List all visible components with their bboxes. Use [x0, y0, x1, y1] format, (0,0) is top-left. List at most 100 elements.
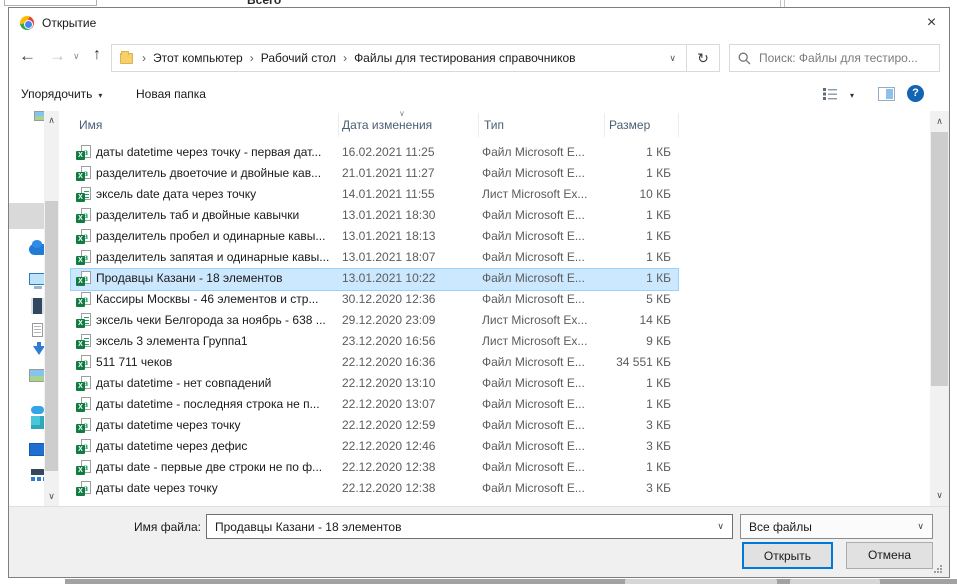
- breadcrumb[interactable]: › Этот компьютер › Рабочий стол › Файлы …: [111, 44, 687, 72]
- file-size: 3 КБ: [587, 439, 671, 453]
- file-row[interactable]: X даты date через точку 22.12.2020 12:38…: [67, 478, 929, 499]
- file-row[interactable]: X даты date - первые две строки не по ф.…: [67, 457, 929, 478]
- filename-input[interactable]: Продавцы Казани - 18 элементов ∨: [206, 514, 733, 539]
- file-type: Файл Microsoft E...: [482, 292, 585, 306]
- column-header-row: ∨ Имя Дата изменения Тип Размер: [67, 111, 941, 138]
- file-type: Файл Microsoft E...: [482, 355, 585, 369]
- window-title: Открытие: [42, 16, 96, 30]
- file-name: даты datetime - последняя строка не п...: [96, 397, 339, 411]
- view-details-icon[interactable]: [823, 87, 838, 103]
- documents-icon[interactable]: [32, 323, 43, 337]
- file-type: Файл Microsoft E...: [482, 250, 585, 264]
- background-bottom-button: [625, 579, 777, 584]
- breadcrumb-item-folder[interactable]: Файлы для тестирования справочников: [354, 51, 575, 65]
- file-type: Файл Microsoft E...: [482, 439, 585, 453]
- file-row[interactable]: X эксель чеки Белгорода за ноябрь - 638 …: [67, 310, 929, 331]
- breadcrumb-separator-icon: ›: [336, 51, 354, 65]
- file-row[interactable]: X разделитель запятая и одинарные кавы..…: [67, 247, 929, 268]
- file-row[interactable]: X разделитель двоеточие и двойные кав...…: [67, 163, 929, 184]
- address-dropdown-icon[interactable]: ∨: [665, 53, 680, 64]
- breadcrumb-separator-icon: ›: [135, 51, 153, 65]
- column-divider[interactable]: [338, 113, 339, 137]
- scroll-down-icon[interactable]: ∨: [930, 490, 949, 501]
- file-row[interactable]: X разделитель таб и двойные кавычки 13.0…: [67, 205, 929, 226]
- refresh-button[interactable]: ↻: [686, 44, 720, 72]
- excel-file-icon: X: [76, 187, 91, 202]
- file-row[interactable]: X даты datetime через точку - первая дат…: [67, 142, 929, 163]
- excel-file-icon: X: [76, 334, 91, 349]
- file-name: разделитель таб и двойные кавычки: [96, 208, 339, 222]
- resize-grip[interactable]: [934, 567, 942, 575]
- view-dropdown-icon[interactable]: ▾: [850, 91, 854, 100]
- filetype-value: Все файлы: [749, 520, 917, 534]
- help-button[interactable]: ?: [907, 85, 924, 102]
- network-icon[interactable]: [31, 469, 44, 475]
- open-button[interactable]: Открыть: [742, 542, 833, 569]
- titlebar[interactable]: Открытие ×: [9, 8, 949, 38]
- column-divider[interactable]: [604, 113, 605, 137]
- excel-file-icon: X: [76, 145, 91, 160]
- excel-file-icon: X: [76, 250, 91, 265]
- scroll-down-icon[interactable]: ∨: [44, 491, 59, 502]
- file-row[interactable]: X разделитель пробел и одинарные кавы...…: [67, 226, 929, 247]
- close-button[interactable]: ×: [914, 8, 949, 37]
- file-row[interactable]: X даты datetime - последняя строка не п.…: [67, 394, 929, 415]
- column-header-size[interactable]: Размер: [609, 118, 650, 132]
- file-date: 14.01.2021 11:55: [342, 187, 435, 201]
- sidebar-scrollbar[interactable]: ∧ ∨: [44, 111, 59, 506]
- search-icon: [738, 52, 751, 65]
- file-row[interactable]: X даты datetime - нет совпадений 22.12.2…: [67, 373, 929, 394]
- file-type: Файл Microsoft E...: [482, 166, 585, 180]
- column-divider[interactable]: [678, 113, 679, 137]
- desktop-icon[interactable]: [29, 443, 45, 456]
- file-name: даты datetime - нет совпадений: [96, 376, 339, 390]
- combo-dropdown-icon[interactable]: ∨: [917, 521, 924, 532]
- column-header-date[interactable]: Дата изменения: [342, 118, 432, 132]
- cloud-icon[interactable]: [31, 406, 44, 414]
- file-size: 5 КБ: [587, 292, 671, 306]
- file-date: 13.01.2021 18:30: [342, 208, 435, 222]
- file-row[interactable]: X Кассиры Москвы - 46 элементов и стр...…: [67, 289, 929, 310]
- breadcrumb-item-desktop[interactable]: Рабочий стол: [261, 51, 336, 65]
- new-folder-button[interactable]: Новая папка: [136, 87, 206, 101]
- file-list-scrollbar[interactable]: ∧ ∨: [930, 111, 949, 506]
- background-search-label: Поиск: [14, 0, 47, 2]
- scrollbar-thumb[interactable]: [45, 201, 58, 471]
- search-input[interactable]: Поиск: Файлы для тестиро...: [729, 44, 940, 72]
- organize-button[interactable]: Упорядочить▾: [21, 87, 102, 101]
- excel-file-icon: X: [76, 208, 91, 223]
- file-name: даты date - первые две строки не по ф...: [96, 460, 339, 474]
- column-header-name[interactable]: Имя: [79, 118, 102, 132]
- up-button[interactable]: ↑: [93, 46, 101, 64]
- cancel-button[interactable]: Отмена: [846, 542, 933, 569]
- file-date: 22.12.2020 16:36: [342, 355, 435, 369]
- file-list: X даты datetime через точку - первая дат…: [67, 138, 929, 506]
- file-row[interactable]: X эксель date дата через точку 14.01.202…: [67, 184, 929, 205]
- file-size: 1 КБ: [587, 166, 671, 180]
- scroll-up-icon[interactable]: ∧: [44, 115, 59, 126]
- forward-button[interactable]: →: [49, 46, 66, 66]
- open-file-dialog: Открытие × ← → ∨ ↑ › Этот компьютер › Ра…: [8, 7, 950, 578]
- combo-dropdown-icon[interactable]: ∨: [717, 521, 724, 532]
- scrollbar-thumb[interactable]: [931, 132, 948, 386]
- videos-icon[interactable]: [31, 298, 44, 314]
- excel-file-icon: X: [76, 229, 91, 244]
- search-placeholder: Поиск: Файлы для тестиро...: [759, 51, 918, 65]
- file-type: Файл Microsoft E...: [482, 481, 585, 495]
- file-date: 13.01.2021 18:13: [342, 229, 435, 243]
- filetype-select[interactable]: Все файлы ∨: [740, 514, 933, 539]
- file-row[interactable]: X даты datetime через точку 22.12.2020 1…: [67, 415, 929, 436]
- file-row[interactable]: X эксель 3 элемента Группа1 23.12.2020 1…: [67, 331, 929, 352]
- column-header-type[interactable]: Тип: [484, 118, 504, 132]
- back-button[interactable]: ←: [19, 46, 36, 66]
- file-date: 21.01.2021 11:27: [342, 166, 435, 180]
- file-row[interactable]: X Продавцы Казани - 18 элементов 13.01.2…: [67, 268, 929, 289]
- scroll-up-icon[interactable]: ∧: [930, 116, 949, 127]
- file-row[interactable]: X даты datetime через дефис 22.12.2020 1…: [67, 436, 929, 457]
- 3d-objects-icon[interactable]: [31, 416, 44, 429]
- column-divider[interactable]: [478, 113, 479, 137]
- file-row[interactable]: X 511 711 чеков 22.12.2020 16:36 Файл Mi…: [67, 352, 929, 373]
- preview-pane-icon[interactable]: [878, 87, 895, 101]
- history-dropdown-icon[interactable]: ∨: [73, 51, 80, 62]
- breadcrumb-item-this-pc[interactable]: Этот компьютер: [153, 51, 243, 65]
